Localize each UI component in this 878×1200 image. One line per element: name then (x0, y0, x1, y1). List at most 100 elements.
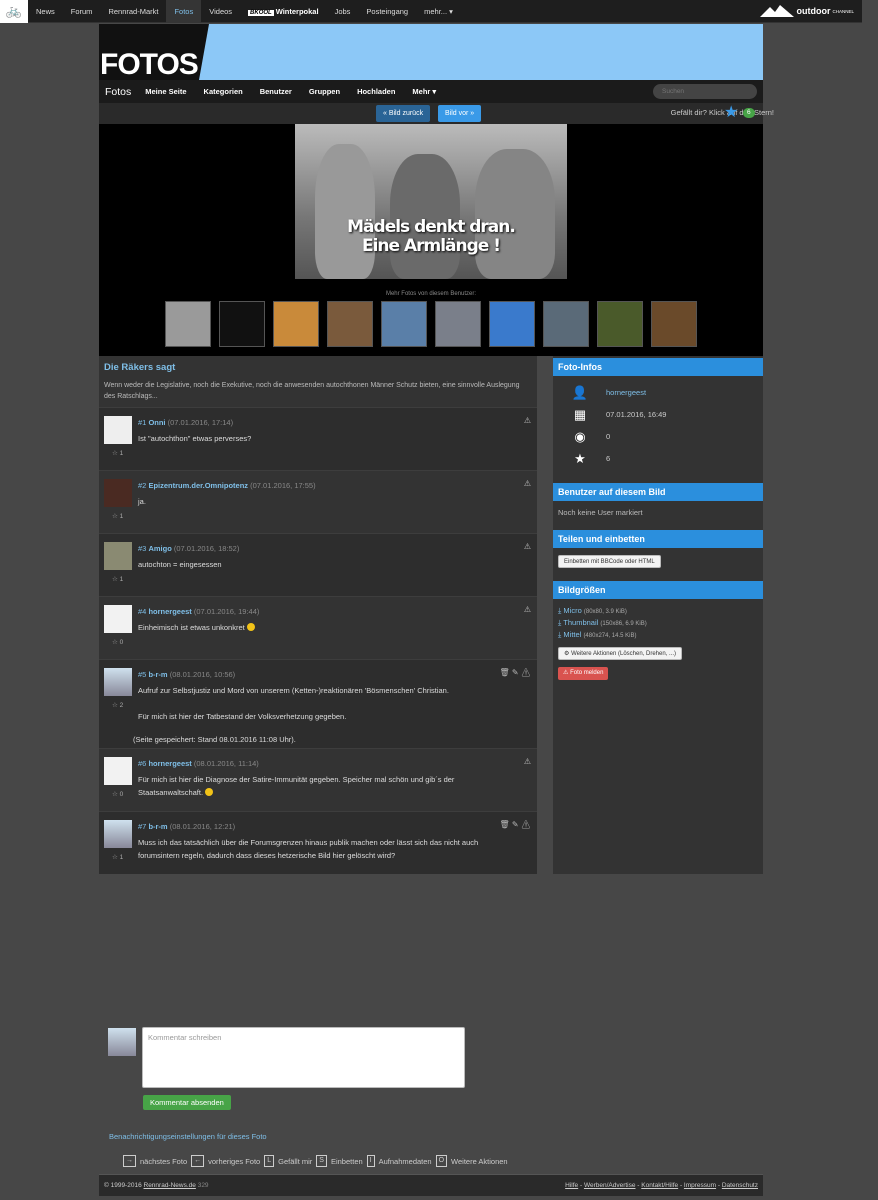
footer-imprint-link[interactable]: Impressum (684, 1182, 716, 1189)
prev-photo-button[interactable]: « Bild zurück (376, 105, 431, 122)
topnav-news[interactable]: News (28, 0, 63, 23)
download-icon: ⤓ (558, 630, 562, 639)
topnav-videos[interactable]: Videos (201, 0, 240, 23)
key-next: → (123, 1155, 136, 1167)
thumbnail[interactable] (165, 301, 211, 347)
share-header: Teilen und einbetten (553, 530, 763, 548)
comment-star[interactable]: ☆ 1 (112, 449, 123, 457)
report-icon[interactable]: ⚠ (521, 820, 531, 829)
report-icon[interactable]: ⚠ (524, 757, 531, 766)
owner-link[interactable]: hornergeest (606, 388, 646, 397)
topnav-fotos[interactable]: Fotos (166, 0, 202, 23)
topnav-market[interactable]: Rennrad-Markt (100, 0, 166, 23)
avatar[interactable] (104, 605, 132, 633)
comment-user[interactable]: b-r-m (148, 822, 167, 831)
comment-star[interactable]: ☆ 1 (112, 853, 123, 861)
topnav-more[interactable]: mehr... ▾ (416, 0, 461, 23)
comment-user[interactable]: hornergeest (148, 607, 191, 616)
next-photo-button[interactable]: Bild vor » (438, 105, 482, 122)
shortcut-label: vorheriges Foto (208, 1156, 261, 1166)
footer-contact-link[interactable]: Kontakt/Hilfe (641, 1182, 678, 1189)
download-icon: ⤓ (558, 618, 562, 627)
comment-user[interactable]: b-r-m (148, 670, 167, 679)
shortcut-label: Einbetten (330, 1156, 363, 1166)
footer-privacy-link[interactable]: Datenschutz (722, 1182, 758, 1189)
like-star-icon[interactable]: ★ (724, 104, 738, 121)
site-link[interactable]: Rennrad-News.de (144, 1182, 196, 1189)
comment-star[interactable]: ☆ 0 (112, 638, 123, 646)
report-icon[interactable]: ⚠ (524, 416, 531, 425)
comment-textarea[interactable]: Kommentar schreiben (142, 1027, 465, 1088)
embed-button[interactable]: Einbetten mit BBCode oder HTML (558, 555, 661, 568)
subnav-categories[interactable]: Kategorien (204, 87, 243, 96)
trash-icon[interactable]: 🗑 (500, 668, 510, 677)
more-actions-button[interactable]: ⚙ Weitere Aktionen (Löschen, Drehen, ...… (558, 647, 683, 660)
thumbnail[interactable] (381, 301, 427, 347)
top-nav: News Forum Rennrad-Markt Fotos Videos BK… (28, 0, 461, 23)
thumbnail[interactable] (489, 301, 535, 347)
comment-user[interactable]: Epizentrum.der.Omnipotenz (148, 481, 248, 490)
comment-star[interactable]: ☆ 1 (112, 512, 123, 520)
bike-logo-icon[interactable]: 🚲 (0, 0, 28, 23)
comment-text: autochton = eingesessen (138, 560, 222, 569)
report-icon[interactable]: ⚠ (524, 605, 531, 614)
topnav-winterpokal[interactable]: BKOOL Winterpokal (240, 0, 327, 23)
subnav-current[interactable]: Fotos (105, 86, 131, 98)
comment-text: ja. (138, 497, 146, 506)
report-icon[interactable]: ⚠ (524, 542, 531, 551)
size-thumbnail[interactable]: ⤓ Thumbnail (150x86, 6.9 KiB) (558, 618, 647, 628)
more-actions-label: Weitere Aktionen (Löschen, Drehen, ...) (571, 651, 677, 657)
star-icon: ★ (574, 451, 586, 466)
info-likes-value: 6 (606, 454, 611, 463)
comment-num: #6 (138, 759, 147, 768)
edit-icon[interactable]: ✎ (512, 668, 519, 677)
edit-icon[interactable]: ✎ (512, 820, 519, 829)
thumbnail[interactable] (597, 301, 643, 347)
thumbnail[interactable] (327, 301, 373, 347)
avatar[interactable] (104, 479, 132, 507)
notification-settings-link[interactable]: Benachrichtigungseinstellungen für diese… (109, 1132, 267, 1141)
topnav-forum[interactable]: Forum (63, 0, 101, 23)
topnav-inbox[interactable]: Posteingang (358, 0, 416, 23)
subnav-upload[interactable]: Hochladen (357, 87, 395, 96)
report-photo-button[interactable]: ⚠ Foto melden (558, 667, 609, 680)
size-mittel[interactable]: ⤓ Mittel (480x274, 14.5 KiB) (558, 630, 636, 640)
search-input[interactable] (653, 84, 757, 99)
avatar[interactable] (104, 416, 132, 444)
thumbnail[interactable] (273, 301, 319, 347)
avatar[interactable] (104, 757, 132, 785)
outdoor-channel-logo[interactable]: outdoor CHANNEL (760, 5, 854, 17)
footer-help-link[interactable]: Hilfe (565, 1182, 578, 1189)
thumbnail[interactable] (543, 301, 589, 347)
comment-star[interactable]: ☆ 2 (112, 701, 123, 709)
info-date: ▦ 07.01.2016, 16:49 (571, 407, 667, 423)
topnav-jobs[interactable]: Jobs (327, 0, 359, 23)
like-prompt: Gefällt dir? Klick auf den Stern! (670, 108, 774, 117)
comment-user[interactable]: Amigo (148, 544, 171, 553)
thumbnail[interactable] (435, 301, 481, 347)
avatar[interactable] (104, 542, 132, 570)
comment-user[interactable]: Onni (148, 418, 165, 427)
avatar[interactable] (104, 668, 132, 696)
report-icon[interactable]: ⚠ (521, 668, 531, 677)
trash-icon[interactable]: 🗑 (500, 820, 510, 829)
size-name: Micro (563, 606, 582, 615)
winterpokal-label: Winterpokal (275, 6, 319, 16)
subnav-more[interactable]: Mehr ▾ (412, 87, 436, 96)
subnav-groups[interactable]: Gruppen (309, 87, 340, 96)
avatar[interactable] (104, 820, 132, 848)
comment-user[interactable]: hornergeest (148, 759, 191, 768)
header-title[interactable]: FOTOS (100, 50, 199, 80)
subnav-users[interactable]: Benutzer (260, 87, 292, 96)
main-photo[interactable]: Mädels denkt dran. Eine Armlänge ! (295, 124, 567, 279)
thumbnail[interactable] (219, 301, 265, 347)
thumbnail[interactable] (651, 301, 697, 347)
report-icon[interactable]: ⚠ (524, 479, 531, 488)
comment-star[interactable]: ☆ 1 (112, 575, 123, 583)
comment-star[interactable]: ☆ 0 (112, 790, 123, 798)
subnav-my-page[interactable]: Meine Seite (145, 87, 186, 96)
submit-comment-button[interactable]: Kommentar absenden (143, 1095, 231, 1110)
size-micro[interactable]: ⤓ Micro (80x80, 3.9 KiB) (558, 606, 627, 616)
footer-advertise-link[interactable]: Werben/Advertise (584, 1182, 636, 1189)
comment-header: #3 Amigo (07.01.2016, 18:52) (138, 544, 239, 553)
